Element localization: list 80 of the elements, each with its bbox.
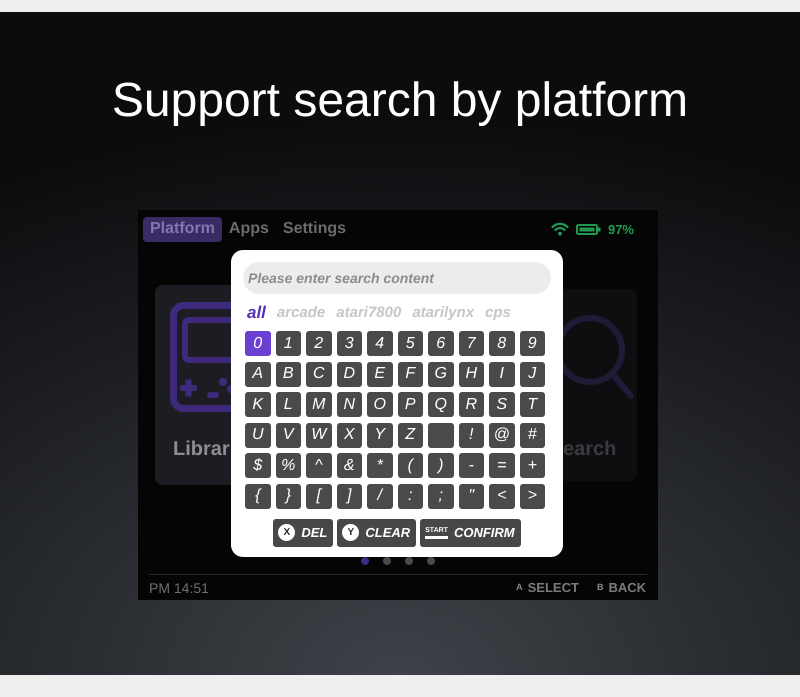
keyboard-key[interactable]: X [336, 422, 362, 448]
keyboard-key[interactable]: M [306, 392, 332, 418]
controller-button-glyph: Y [342, 524, 360, 542]
keyboard-key[interactable]: ) [428, 453, 454, 478]
keyboard-key[interactable]: 3 [336, 331, 362, 356]
keyboard-key[interactable]: R [458, 392, 484, 418]
keyboard-key[interactable]: Q [428, 392, 454, 418]
keyboard-key[interactable]: @ [489, 422, 514, 448]
keyboard-key[interactable]: * [367, 453, 392, 478]
keyboard-key[interactable]: + [520, 453, 545, 478]
keyboard-key[interactable]: P [398, 392, 423, 418]
keyboard-key[interactable]: 5 [398, 331, 423, 356]
keyboard-key[interactable]: ! [458, 422, 484, 448]
keyboard-key[interactable]: L [276, 392, 301, 418]
keyboard-key[interactable]: Z [398, 422, 423, 448]
tab[interactable]: Settings [276, 216, 354, 242]
keyboard-key[interactable]: F [398, 362, 423, 387]
keyboard-key[interactable]: 4 [367, 331, 392, 356]
keyboard-key[interactable]: T [520, 392, 545, 418]
keyboard-key[interactable]: / [367, 484, 392, 509]
keyboard-key[interactable]: - [458, 453, 484, 478]
keyboard-key[interactable]: B [276, 362, 301, 387]
keyboard-key[interactable]: 0 [245, 331, 270, 356]
keyboard-key[interactable]: " [458, 484, 484, 509]
platform-filter[interactable]: all [247, 304, 266, 320]
hint-label: SELECT [528, 581, 579, 594]
headline: Support search by platform [112, 73, 688, 129]
keyboard-key[interactable]: D [336, 362, 362, 387]
keyboard-key[interactable]: $ [245, 453, 270, 478]
keyboard-key[interactable]: > [520, 484, 545, 509]
keyboard-key[interactable]: ^ [306, 453, 332, 478]
keyboard-key[interactable]: O [367, 392, 392, 418]
action-button[interactable]: Y CLEAR [337, 518, 416, 547]
battery-icon [576, 224, 601, 234]
clock: PM 14:51 [149, 580, 209, 594]
hint-button-letter: B [596, 583, 604, 592]
battery-reading: 97% [608, 222, 634, 236]
keyboard-key[interactable]: J [520, 362, 545, 387]
keyboard-key[interactable]: : [398, 484, 423, 509]
keyboard-key[interactable]: { [245, 484, 270, 509]
keyboard-key[interactable]: % [276, 453, 301, 478]
keyboard-key[interactable]: N [336, 392, 362, 418]
keyboard-key[interactable]: C [306, 362, 332, 387]
space-key[interactable] [428, 422, 454, 448]
keyboard-key[interactable]: U [245, 422, 270, 448]
keyboard-key[interactable]: S [489, 392, 514, 418]
keyboard-key[interactable]: W [306, 422, 332, 448]
tab[interactable]: Apps [222, 216, 276, 242]
keyboard-key[interactable]: 1 [276, 331, 301, 356]
handheld-console-icon [170, 302, 231, 412]
keyboard-key[interactable]: V [276, 422, 301, 448]
keyboard-key[interactable]: 2 [306, 331, 332, 356]
keyboard-key[interactable]: G [428, 362, 454, 387]
keyboard-key[interactable]: } [276, 484, 301, 509]
keyboard-key[interactable]: # [520, 422, 545, 448]
keyboard-key[interactable]: ] [336, 484, 362, 509]
hint-label: BACK [608, 581, 646, 594]
keyboard-key[interactable]: ; [428, 484, 454, 509]
controller-button-glyph: X [278, 524, 296, 542]
keyboard-key[interactable]: H [458, 362, 484, 387]
menu-card[interactable]: Librar [155, 285, 231, 485]
hint-button-letter: A [516, 583, 523, 592]
keyboard-key[interactable]: K [245, 392, 270, 418]
keyboard-key[interactable]: = [489, 453, 514, 478]
card-label: Librar [172, 437, 231, 461]
keyboard-key[interactable]: 9 [520, 331, 545, 356]
keyboard-key[interactable]: 8 [489, 331, 514, 356]
keyboard-key[interactable]: I [489, 362, 514, 387]
keyboard-key[interactable]: 6 [428, 331, 454, 356]
keyboard-key[interactable]: 7 [458, 331, 484, 356]
keyboard-key[interactable]: [ [306, 484, 332, 509]
action-button[interactable]: X DEL [273, 518, 334, 547]
keyboard-key[interactable]: E [367, 362, 392, 387]
keyboard-key[interactable]: A [245, 362, 270, 387]
wifi-icon [550, 222, 569, 236]
keyboard-key[interactable]: Y [367, 422, 392, 448]
search-field[interactable]: Please enter search content [243, 262, 551, 294]
keyboard-key[interactable]: & [336, 453, 362, 478]
keyboard-key[interactable]: ( [398, 453, 423, 478]
keyboard-key[interactable]: < [489, 484, 514, 509]
